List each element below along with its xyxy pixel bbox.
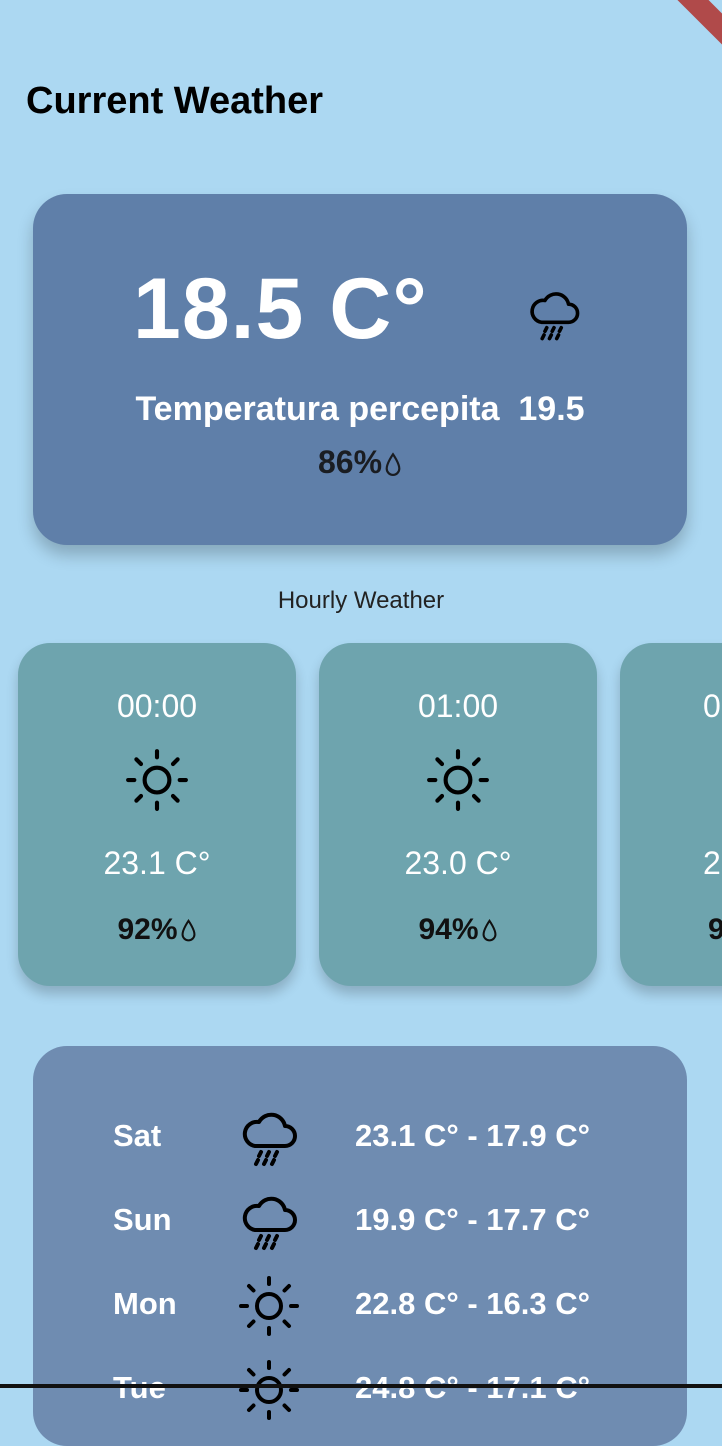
- bottom-edge: [0, 1384, 722, 1388]
- hour-time: 0: [703, 688, 721, 724]
- forecast-row: Tue 24.8 C° - 17.1 C°: [33, 1356, 687, 1426]
- sun-icon: [237, 1358, 301, 1422]
- hour-time: 01:00: [417, 688, 499, 724]
- page-title: Current Weather: [26, 80, 324, 122]
- hour-temperature: 23.0 C°: [404, 845, 512, 881]
- sun-icon: [124, 747, 190, 813]
- forecast-day: Sun: [113, 1202, 172, 1237]
- forecast-day: Mon: [113, 1286, 177, 1321]
- water-drop-icon: [384, 452, 402, 478]
- hour-humidity: 9: [708, 913, 722, 946]
- hour-card: 00:00 23.1 C° 92%: [18, 643, 296, 986]
- rain-cloud-icon: [237, 1190, 301, 1254]
- forecast-row: Sun 19.9 C° - 17.7 C°: [33, 1188, 687, 1258]
- water-drop-icon: [481, 919, 498, 943]
- sun-icon: [237, 1274, 301, 1338]
- forecast-temperature-range: 23.1 C° - 17.9 C°: [355, 1118, 591, 1153]
- current-temperature: 18.5 C°: [133, 261, 428, 357]
- sun-icon: [425, 747, 491, 813]
- hour-humidity: 92%: [18, 913, 296, 947]
- forecast-day: Tue: [113, 1370, 166, 1406]
- forecast-temperature-range: 19.9 C° - 17.7 C°: [355, 1202, 591, 1237]
- humidity-value: 92%: [117, 913, 178, 946]
- water-drop-icon: [180, 919, 197, 943]
- hour-temperature: 23.1 C°: [103, 845, 211, 881]
- hour-time: 00:00: [116, 688, 198, 724]
- feels-like-text: Temperatura percepita 19.5: [135, 390, 585, 428]
- forecast-day: Sat: [113, 1118, 162, 1153]
- hourly-forecast-list[interactable]: 00:00 23.1 C° 92% 01:00 23.0 C° 94% 0 2 …: [0, 630, 722, 1010]
- humidity-value: 86%: [317, 444, 383, 480]
- forecast-temperature-range: 24.8 C° - 17.1 C°: [355, 1370, 590, 1406]
- forecast-temperature-range: 22.8 C° - 16.3 C°: [355, 1286, 591, 1321]
- hour-card: 01:00 23.0 C° 94%: [319, 643, 597, 986]
- hour-card: 0 2 9: [620, 643, 722, 986]
- rain-cloud-icon: [525, 286, 583, 344]
- hourly-weather-label: Hourly Weather: [277, 587, 445, 614]
- rain-cloud-icon: [237, 1106, 301, 1170]
- hour-humidity: 94%: [319, 913, 597, 947]
- forecast-row: Sat 23.1 C° - 17.9 C°: [33, 1104, 687, 1174]
- humidity-value: 94%: [418, 913, 479, 946]
- debug-banner: [662, 0, 722, 60]
- hour-temperature: 2: [703, 845, 721, 881]
- current-humidity: 86%: [33, 444, 687, 481]
- current-weather-card: 18.5 C° Temperatura percepita 19.5 86%: [33, 194, 687, 545]
- forecast-row: Mon 22.8 C° - 16.3 C°: [33, 1272, 687, 1342]
